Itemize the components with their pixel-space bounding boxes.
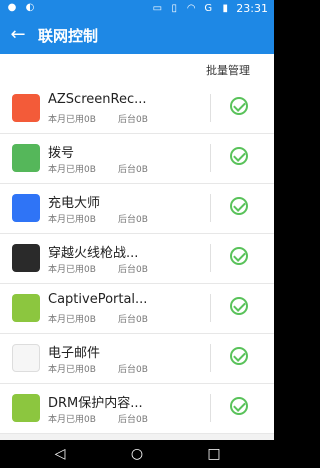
game-icon bbox=[12, 244, 40, 272]
divider bbox=[210, 94, 211, 122]
network-allowed-check-icon[interactable] bbox=[230, 347, 248, 365]
divider bbox=[210, 294, 211, 322]
month-usage: 本月已用0B bbox=[48, 415, 96, 425]
background-usage: 后台0B bbox=[118, 265, 148, 275]
background-usage: 后台0B bbox=[118, 165, 148, 175]
app-name: CaptivePortal... bbox=[48, 292, 148, 307]
wifi-icon: ◠ bbox=[186, 2, 196, 14]
status-right-icons: ▭ ▯ ◠ G ▮ 23:31 bbox=[151, 2, 268, 15]
divider bbox=[210, 144, 211, 172]
app-name: 电子邮件 bbox=[48, 346, 101, 361]
list-item[interactable]: CaptivePortal... 本月已用0B 后台0B bbox=[0, 284, 274, 334]
list-item[interactable]: 充电大师 本月已用0B 后台0B bbox=[0, 184, 274, 234]
network-allowed-check-icon[interactable] bbox=[230, 197, 248, 215]
app-name: AZScreenRec... bbox=[48, 92, 147, 107]
notification-dot-icon: ● bbox=[7, 2, 17, 13]
network-allowed-check-icon[interactable] bbox=[230, 97, 248, 115]
month-usage: 本月已用0B bbox=[48, 365, 96, 375]
network-allowed-check-icon[interactable] bbox=[230, 297, 248, 315]
battery-app-icon bbox=[12, 194, 40, 222]
network-allowed-check-icon[interactable] bbox=[230, 147, 248, 165]
month-usage: 本月已用0B bbox=[48, 215, 96, 225]
background-usage: 后台0B bbox=[118, 365, 148, 375]
app-bar: ← 联网控制 bbox=[0, 18, 274, 54]
email-icon bbox=[12, 344, 40, 372]
app-name: DRM保护内容... bbox=[48, 396, 143, 411]
android-icon bbox=[12, 394, 40, 422]
network-allowed-check-icon[interactable] bbox=[230, 247, 248, 265]
divider bbox=[210, 194, 211, 222]
background-usage: 后台0B bbox=[118, 215, 148, 225]
list-item[interactable]: AZScreenRec... 本月已用0B 后台0B bbox=[0, 84, 274, 134]
batch-manage-button[interactable]: 批量管理 bbox=[206, 62, 250, 78]
arrow-left-icon: ← bbox=[10, 24, 26, 45]
list-item[interactable]: 拨号 本月已用0B 后台0B bbox=[0, 134, 274, 184]
background-usage: 后台0B bbox=[118, 315, 148, 325]
month-usage: 本月已用0B bbox=[48, 115, 96, 125]
list-item[interactable]: 穿越火线枪战... 本月已用0B 后台0B bbox=[0, 234, 274, 284]
app-list: AZScreenRec... 本月已用0B 后台0B 拨号 本月已用0B 后台0… bbox=[0, 84, 274, 434]
divider bbox=[210, 344, 211, 372]
nav-recent-button[interactable]: □ bbox=[206, 446, 222, 462]
nav-home-icon: ○ bbox=[130, 446, 144, 462]
nav-home-button[interactable]: ○ bbox=[129, 446, 145, 462]
nav-back-icon: ◁ bbox=[54, 446, 66, 462]
divider bbox=[210, 244, 211, 272]
month-usage: 本月已用0B bbox=[48, 165, 96, 175]
nav-recent-icon: □ bbox=[207, 446, 221, 462]
status-bar: ● ◐ ▭ ▯ ◠ G ▮ 23:31 bbox=[0, 0, 274, 18]
cast-icon: ▭ bbox=[152, 2, 163, 14]
android-icon bbox=[12, 294, 40, 322]
network-allowed-check-icon[interactable] bbox=[230, 397, 248, 415]
page-title: 联网控制 bbox=[38, 27, 99, 45]
battery-icon: ▮ bbox=[222, 2, 229, 14]
list-item[interactable]: 电子邮件 本月已用0B 后台0B bbox=[0, 334, 274, 384]
list-item[interactable]: DRM保护内容... 本月已用0B 后台0B bbox=[0, 384, 274, 434]
month-usage: 本月已用0B bbox=[48, 315, 96, 325]
nav-back-button[interactable]: ◁ bbox=[52, 446, 68, 462]
video-icon bbox=[12, 94, 40, 122]
app-name: 充电大师 bbox=[48, 196, 101, 211]
water-drop-icon: ◐ bbox=[25, 2, 35, 13]
g-signal-icon: G bbox=[204, 2, 213, 14]
status-left-icons: ● ◐ bbox=[6, 2, 36, 14]
app-name: 穿越火线枪战... bbox=[48, 246, 139, 261]
back-button[interactable]: ← bbox=[8, 26, 28, 46]
divider bbox=[210, 394, 211, 422]
background-usage: 后台0B bbox=[118, 415, 148, 425]
app-name: 拨号 bbox=[48, 146, 75, 161]
content-area: 批量管理 AZScreenRec... 本月已用0B 后台0B 拨号 本月已用0… bbox=[0, 54, 274, 440]
background-usage: 后台0B bbox=[118, 115, 148, 125]
vibrate-icon: ▯ bbox=[171, 2, 178, 14]
month-usage: 本月已用0B bbox=[48, 265, 96, 275]
list-header: 批量管理 bbox=[0, 54, 274, 84]
navigation-bar: ◁ ○ □ bbox=[0, 440, 274, 468]
phone-icon bbox=[12, 144, 40, 172]
status-time: 23:31 bbox=[236, 2, 268, 15]
